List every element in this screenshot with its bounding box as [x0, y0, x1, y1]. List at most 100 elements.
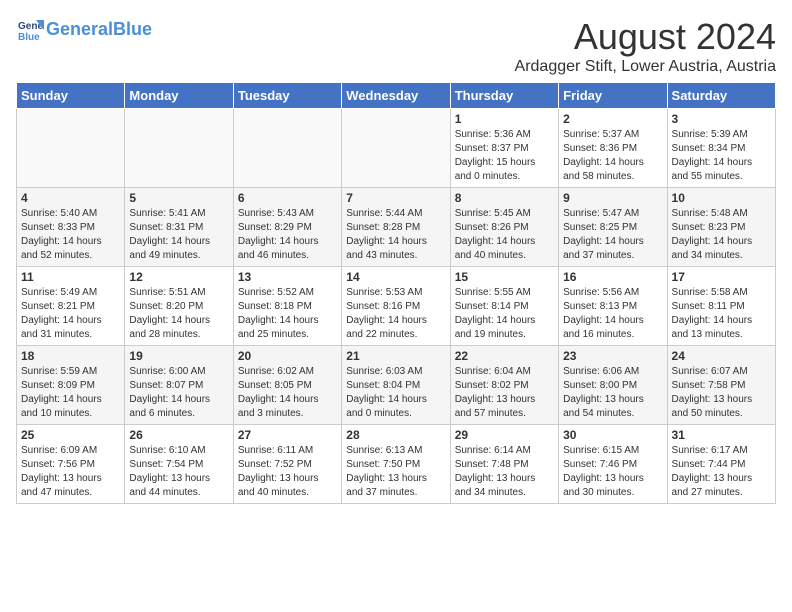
calendar-cell: 7 Sunrise: 5:44 AM Sunset: 8:28 PM Daylig…	[342, 188, 450, 267]
day-info: Sunrise: 5:58 AM Sunset: 8:11 PM Dayligh…	[672, 286, 771, 342]
day-info: Sunrise: 5:36 AM Sunset: 8:37 PM Dayligh…	[455, 128, 554, 184]
weekday-header-friday: Friday	[559, 83, 667, 109]
day-number: 10	[672, 191, 771, 205]
day-number: 12	[129, 270, 228, 284]
weekday-header-tuesday: Tuesday	[233, 83, 341, 109]
calendar-cell: 2 Sunrise: 5:37 AM Sunset: 8:36 PM Daylig…	[559, 109, 667, 188]
page-header: General Blue GeneralBlue August 2024 Ard…	[16, 16, 776, 76]
day-info: Sunrise: 6:07 AM Sunset: 7:58 PM Dayligh…	[672, 365, 771, 421]
weekday-header-wednesday: Wednesday	[342, 83, 450, 109]
day-number: 15	[455, 270, 554, 284]
calendar-table: SundayMondayTuesdayWednesdayThursdayFrid…	[16, 82, 776, 504]
calendar-title: August 2024	[515, 16, 776, 58]
day-info: Sunrise: 6:06 AM Sunset: 8:00 PM Dayligh…	[563, 365, 662, 421]
calendar-cell: 24 Sunrise: 6:07 AM Sunset: 7:58 PM Dayli…	[667, 346, 775, 425]
calendar-cell: 31Sunrise: 6:17 AM Sunset: 7:44 PM Dayli…	[667, 425, 775, 504]
day-info: Sunrise: 5:45 AM Sunset: 8:26 PM Dayligh…	[455, 207, 554, 263]
calendar-cell: 6Sunrise: 5:43 AM Sunset: 8:29 PM Daylig…	[233, 188, 341, 267]
day-number: 11	[21, 270, 120, 284]
calendar-week-3: 11 Sunrise: 5:49 AM Sunset: 8:21 PM Dayli…	[17, 267, 776, 346]
calendar-cell: 19Sunrise: 6:00 AM Sunset: 8:07 PM Dayli…	[125, 346, 233, 425]
calendar-cell: 9 Sunrise: 5:47 AM Sunset: 8:25 PM Daylig…	[559, 188, 667, 267]
day-number: 30	[563, 428, 662, 442]
calendar-cell: 21Sunrise: 6:03 AM Sunset: 8:04 PM Dayli…	[342, 346, 450, 425]
weekday-header-monday: Monday	[125, 83, 233, 109]
calendar-cell: 29Sunrise: 6:14 AM Sunset: 7:48 PM Dayli…	[450, 425, 558, 504]
calendar-cell: 27 Sunrise: 6:11 AM Sunset: 7:52 PM Dayli…	[233, 425, 341, 504]
day-number: 23	[563, 349, 662, 363]
day-info: Sunrise: 6:04 AM Sunset: 8:02 PM Dayligh…	[455, 365, 554, 421]
weekday-header-thursday: Thursday	[450, 83, 558, 109]
day-number: 17	[672, 270, 771, 284]
calendar-cell: 17 Sunrise: 5:58 AM Sunset: 8:11 PM Dayli…	[667, 267, 775, 346]
calendar-cell: 26Sunrise: 6:10 AM Sunset: 7:54 PM Dayli…	[125, 425, 233, 504]
calendar-cell	[342, 109, 450, 188]
calendar-cell: 23 Sunrise: 6:06 AM Sunset: 8:00 PM Dayli…	[559, 346, 667, 425]
day-number: 14	[346, 270, 445, 284]
day-info: Sunrise: 6:03 AM Sunset: 8:04 PM Dayligh…	[346, 365, 445, 421]
weekday-header-saturday: Saturday	[667, 83, 775, 109]
logo: General Blue GeneralBlue	[16, 16, 152, 44]
calendar-cell: 25Sunrise: 6:09 AM Sunset: 7:56 PM Dayli…	[17, 425, 125, 504]
calendar-cell: 4 Sunrise: 5:40 AM Sunset: 8:33 PM Daylig…	[17, 188, 125, 267]
day-info: Sunrise: 5:41 AM Sunset: 8:31 PM Dayligh…	[129, 207, 228, 263]
day-info: Sunrise: 5:39 AM Sunset: 8:34 PM Dayligh…	[672, 128, 771, 184]
day-info: Sunrise: 5:51 AM Sunset: 8:20 PM Dayligh…	[129, 286, 228, 342]
day-number: 13	[238, 270, 337, 284]
day-info: Sunrise: 5:52 AM Sunset: 8:18 PM Dayligh…	[238, 286, 337, 342]
day-info: Sunrise: 5:53 AM Sunset: 8:16 PM Dayligh…	[346, 286, 445, 342]
day-number: 5	[129, 191, 228, 205]
day-info: Sunrise: 6:17 AM Sunset: 7:44 PM Dayligh…	[672, 444, 771, 500]
calendar-body: 1 Sunrise: 5:36 AM Sunset: 8:37 PM Daylig…	[17, 109, 776, 504]
weekday-header-sunday: Sunday	[17, 83, 125, 109]
calendar-cell: 10 Sunrise: 5:48 AM Sunset: 8:23 PM Dayli…	[667, 188, 775, 267]
day-info: Sunrise: 5:56 AM Sunset: 8:13 PM Dayligh…	[563, 286, 662, 342]
day-number: 4	[21, 191, 120, 205]
svg-text:Blue: Blue	[18, 32, 40, 43]
day-info: Sunrise: 6:14 AM Sunset: 7:48 PM Dayligh…	[455, 444, 554, 500]
logo-icon: General Blue	[16, 16, 44, 44]
day-number: 7	[346, 191, 445, 205]
calendar-header: SundayMondayTuesdayWednesdayThursdayFrid…	[17, 83, 776, 109]
calendar-cell: 1 Sunrise: 5:36 AM Sunset: 8:37 PM Daylig…	[450, 109, 558, 188]
day-info: Sunrise: 5:55 AM Sunset: 8:14 PM Dayligh…	[455, 286, 554, 342]
day-info: Sunrise: 5:44 AM Sunset: 8:28 PM Dayligh…	[346, 207, 445, 263]
day-number: 6	[238, 191, 337, 205]
day-info: Sunrise: 6:13 AM Sunset: 7:50 PM Dayligh…	[346, 444, 445, 500]
calendar-cell: 13 Sunrise: 5:52 AM Sunset: 8:18 PM Dayli…	[233, 267, 341, 346]
calendar-week-2: 4 Sunrise: 5:40 AM Sunset: 8:33 PM Daylig…	[17, 188, 776, 267]
day-number: 20	[238, 349, 337, 363]
calendar-cell: 8Sunrise: 5:45 AM Sunset: 8:26 PM Daylig…	[450, 188, 558, 267]
calendar-cell: 12 Sunrise: 5:51 AM Sunset: 8:20 PM Dayli…	[125, 267, 233, 346]
day-info: Sunrise: 5:49 AM Sunset: 8:21 PM Dayligh…	[21, 286, 120, 342]
day-number: 9	[563, 191, 662, 205]
day-number: 3	[672, 112, 771, 126]
calendar-cell: 5 Sunrise: 5:41 AM Sunset: 8:31 PM Daylig…	[125, 188, 233, 267]
day-info: Sunrise: 5:40 AM Sunset: 8:33 PM Dayligh…	[21, 207, 120, 263]
calendar-cell: 3 Sunrise: 5:39 AM Sunset: 8:34 PM Daylig…	[667, 109, 775, 188]
day-info: Sunrise: 5:37 AM Sunset: 8:36 PM Dayligh…	[563, 128, 662, 184]
calendar-subtitle: Ardagger Stift, Lower Austria, Austria	[515, 58, 776, 76]
calendar-title-area: August 2024 Ardagger Stift, Lower Austri…	[515, 16, 776, 76]
day-info: Sunrise: 6:11 AM Sunset: 7:52 PM Dayligh…	[238, 444, 337, 500]
calendar-week-1: 1 Sunrise: 5:36 AM Sunset: 8:37 PM Daylig…	[17, 109, 776, 188]
calendar-week-5: 25Sunrise: 6:09 AM Sunset: 7:56 PM Dayli…	[17, 425, 776, 504]
calendar-cell: 30 Sunrise: 6:15 AM Sunset: 7:46 PM Dayli…	[559, 425, 667, 504]
day-number: 27	[238, 428, 337, 442]
day-number: 25	[21, 428, 120, 442]
day-number: 24	[672, 349, 771, 363]
day-number: 1	[455, 112, 554, 126]
calendar-cell: 15 Sunrise: 5:55 AM Sunset: 8:14 PM Dayli…	[450, 267, 558, 346]
day-info: Sunrise: 6:15 AM Sunset: 7:46 PM Dayligh…	[563, 444, 662, 500]
day-info: Sunrise: 5:48 AM Sunset: 8:23 PM Dayligh…	[672, 207, 771, 263]
calendar-cell: 16Sunrise: 5:56 AM Sunset: 8:13 PM Dayli…	[559, 267, 667, 346]
day-info: Sunrise: 5:47 AM Sunset: 8:25 PM Dayligh…	[563, 207, 662, 263]
calendar-cell: 11 Sunrise: 5:49 AM Sunset: 8:21 PM Dayli…	[17, 267, 125, 346]
calendar-cell	[125, 109, 233, 188]
calendar-cell	[233, 109, 341, 188]
day-number: 2	[563, 112, 662, 126]
calendar-cell: 14 Sunrise: 5:53 AM Sunset: 8:16 PM Dayli…	[342, 267, 450, 346]
day-number: 28	[346, 428, 445, 442]
calendar-cell: 20Sunrise: 6:02 AM Sunset: 8:05 PM Dayli…	[233, 346, 341, 425]
weekday-header-row: SundayMondayTuesdayWednesdayThursdayFrid…	[17, 83, 776, 109]
